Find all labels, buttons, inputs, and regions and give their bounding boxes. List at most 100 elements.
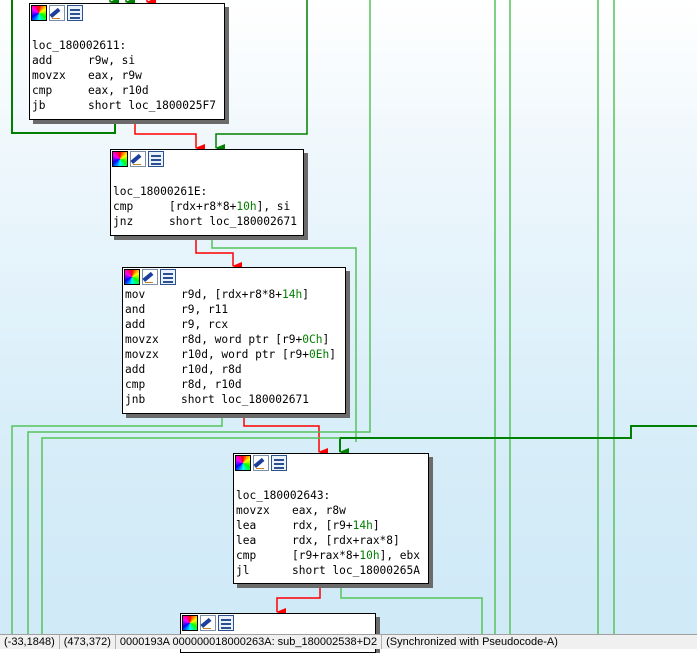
mnemonic: cmp: [32, 84, 53, 97]
operand: ]: [322, 333, 330, 346]
instruction-line[interactable]: movzx r10d, word ptr [r9+0Eh]: [125, 347, 343, 362]
color-palette-icon[interactable]: [124, 269, 140, 285]
block-header: [234, 454, 428, 473]
immediate-operand: 10h: [359, 549, 380, 562]
operand: ], ebx: [379, 549, 420, 562]
operand: eax, r8w: [292, 504, 346, 517]
operand: ]: [329, 348, 336, 361]
group-icon[interactable]: [218, 615, 234, 631]
instruction-line[interactable]: cmp [rdx+r8*8+10h], si: [113, 199, 301, 214]
rename-icon[interactable]: [130, 151, 146, 167]
operand: short loc_18000265A: [292, 564, 420, 577]
mnemonic: lea: [236, 534, 257, 547]
block-body: loc_180002643: movzx eax, r8w lea rdx, [r9+1…: [234, 473, 428, 580]
color-palette-icon[interactable]: [182, 615, 198, 631]
mnemonic: jnz: [113, 215, 134, 228]
instruction-line[interactable]: add r9w, si: [32, 53, 222, 68]
operand: short loc_180002671: [169, 215, 297, 228]
instruction-line[interactable]: movzx r8d, word ptr [r9+0Ch]: [125, 332, 343, 347]
operand: r9d, [rdx+r8*8+: [181, 288, 283, 301]
edge-block4-false: [276, 584, 321, 616]
instruction-line[interactable]: movzx eax, r8w: [236, 503, 426, 518]
rename-icon[interactable]: [49, 5, 65, 21]
edge-block3-false: [243, 414, 328, 456]
operand: short loc_1800025F7: [88, 99, 216, 112]
block-header: [111, 150, 303, 169]
instruction-line[interactable]: jl short loc_18000265A: [236, 563, 426, 578]
instruction-line[interactable]: lea rdx, [r9+14h]: [236, 518, 426, 533]
mnemonic: add: [32, 54, 53, 67]
mnemonic: movzx: [236, 504, 270, 517]
block-label[interactable]: loc_180002611:: [32, 38, 222, 53]
mnemonic: movzx: [125, 348, 159, 361]
mnemonic: jl: [236, 564, 250, 577]
block-body: loc_18000261E: cmp [rdx+r8*8+10h], si jnz sh…: [111, 169, 303, 231]
mnemonic: and: [125, 303, 146, 316]
instruction-line[interactable]: lea rdx, [rdx+rax*8]: [236, 533, 426, 548]
instruction-line[interactable]: and r9, r11: [125, 302, 343, 317]
rename-icon[interactable]: [253, 455, 269, 471]
operand: ]: [302, 288, 310, 301]
mnemonic: cmp: [125, 378, 146, 391]
immediate-operand: 0Ch: [302, 333, 323, 346]
status-size: (473,372): [60, 635, 116, 649]
group-icon[interactable]: [271, 455, 287, 471]
operand: eax, r9w: [88, 69, 142, 82]
edge-into-block2-green: [215, 0, 308, 152]
mnemonic: mov: [125, 288, 146, 301]
status-coords: (-33,1848): [0, 635, 60, 649]
mnemonic: jnb: [125, 393, 146, 406]
instruction-line[interactable]: jnb short loc_180002671: [125, 392, 343, 407]
instruction-line[interactable]: add r9, rcx: [125, 317, 343, 332]
instruction-line[interactable]: jnz short loc_180002671: [113, 214, 301, 229]
group-icon[interactable]: [67, 5, 83, 21]
block-label[interactable]: loc_18000261E:: [113, 184, 301, 199]
rename-icon[interactable]: [142, 269, 158, 285]
block-header: [123, 268, 345, 287]
instruction-line[interactable]: add r10d, r8d: [125, 362, 343, 377]
mnemonic: cmp: [113, 200, 134, 213]
operand: r9, rcx: [181, 318, 229, 331]
operand: r9, r11: [181, 303, 229, 316]
instruction-line[interactable]: jb short loc_1800025F7: [32, 98, 222, 113]
status-sync: (Synchronized with Pseudocode-A): [386, 636, 558, 648]
edges-into-block-180002611: [109, 0, 156, 6]
code-block-mov-r9d[interactable]: mov r9d, [rdx+r8*8+14h] and r9, r11 add r9, r…: [122, 267, 346, 414]
mnemonic: add: [125, 363, 146, 376]
instruction-line[interactable]: cmp [r9+rax*8+10h], ebx: [236, 548, 426, 563]
group-icon[interactable]: [148, 151, 164, 167]
edge-block2-false: [195, 236, 242, 270]
block-label[interactable]: loc_180002643:: [236, 488, 426, 503]
edge-block1-false: [134, 120, 205, 152]
instruction-line[interactable]: cmp eax, r10d: [32, 83, 222, 98]
color-palette-icon[interactable]: [31, 5, 47, 21]
mnemonic: lea: [236, 519, 257, 532]
block-header: [30, 4, 224, 23]
operand: short loc_180002671: [181, 393, 309, 406]
group-icon[interactable]: [160, 269, 176, 285]
operand: ]: [372, 519, 380, 532]
status-address: 0000193A 000000018000263A: sub_180002538…: [116, 635, 383, 649]
edge-into-block4-green: [339, 425, 697, 456]
operand: r10d, word ptr [r9+: [181, 348, 309, 361]
immediate-operand: 14h: [352, 519, 373, 532]
operand: rdx, [rdx+rax*8]: [292, 534, 400, 547]
operand: r8d, word ptr [r9+: [181, 333, 303, 346]
instruction-line[interactable]: cmp r8d, r10d: [125, 377, 343, 392]
operand: r9w, si: [88, 54, 136, 67]
code-block-loc-180002643[interactable]: loc_180002643: movzx eax, r8w lea rdx, [r9+1…: [233, 453, 429, 584]
instruction-line[interactable]: mov r9d, [rdx+r8*8+14h]: [125, 287, 343, 302]
operand: [r9+rax*8+: [292, 549, 360, 562]
instruction-line[interactable]: movzx eax, r9w: [32, 68, 222, 83]
block-body: mov r9d, [rdx+r8*8+14h] and r9, r11 add r9, r…: [123, 287, 345, 409]
rename-icon[interactable]: [200, 615, 216, 631]
mnemonic: movzx: [125, 333, 159, 346]
code-block-loc-180002611[interactable]: loc_180002611: add r9w, si movzx eax, r9w cmp…: [29, 3, 225, 120]
code-block-loc-18000261E[interactable]: loc_18000261E: cmp [rdx+r8*8+10h], si jnz sh…: [110, 149, 304, 236]
mnemonic: movzx: [32, 69, 66, 82]
operand: eax, r10d: [88, 84, 149, 97]
color-palette-icon[interactable]: [235, 455, 251, 471]
color-palette-icon[interactable]: [112, 151, 128, 167]
